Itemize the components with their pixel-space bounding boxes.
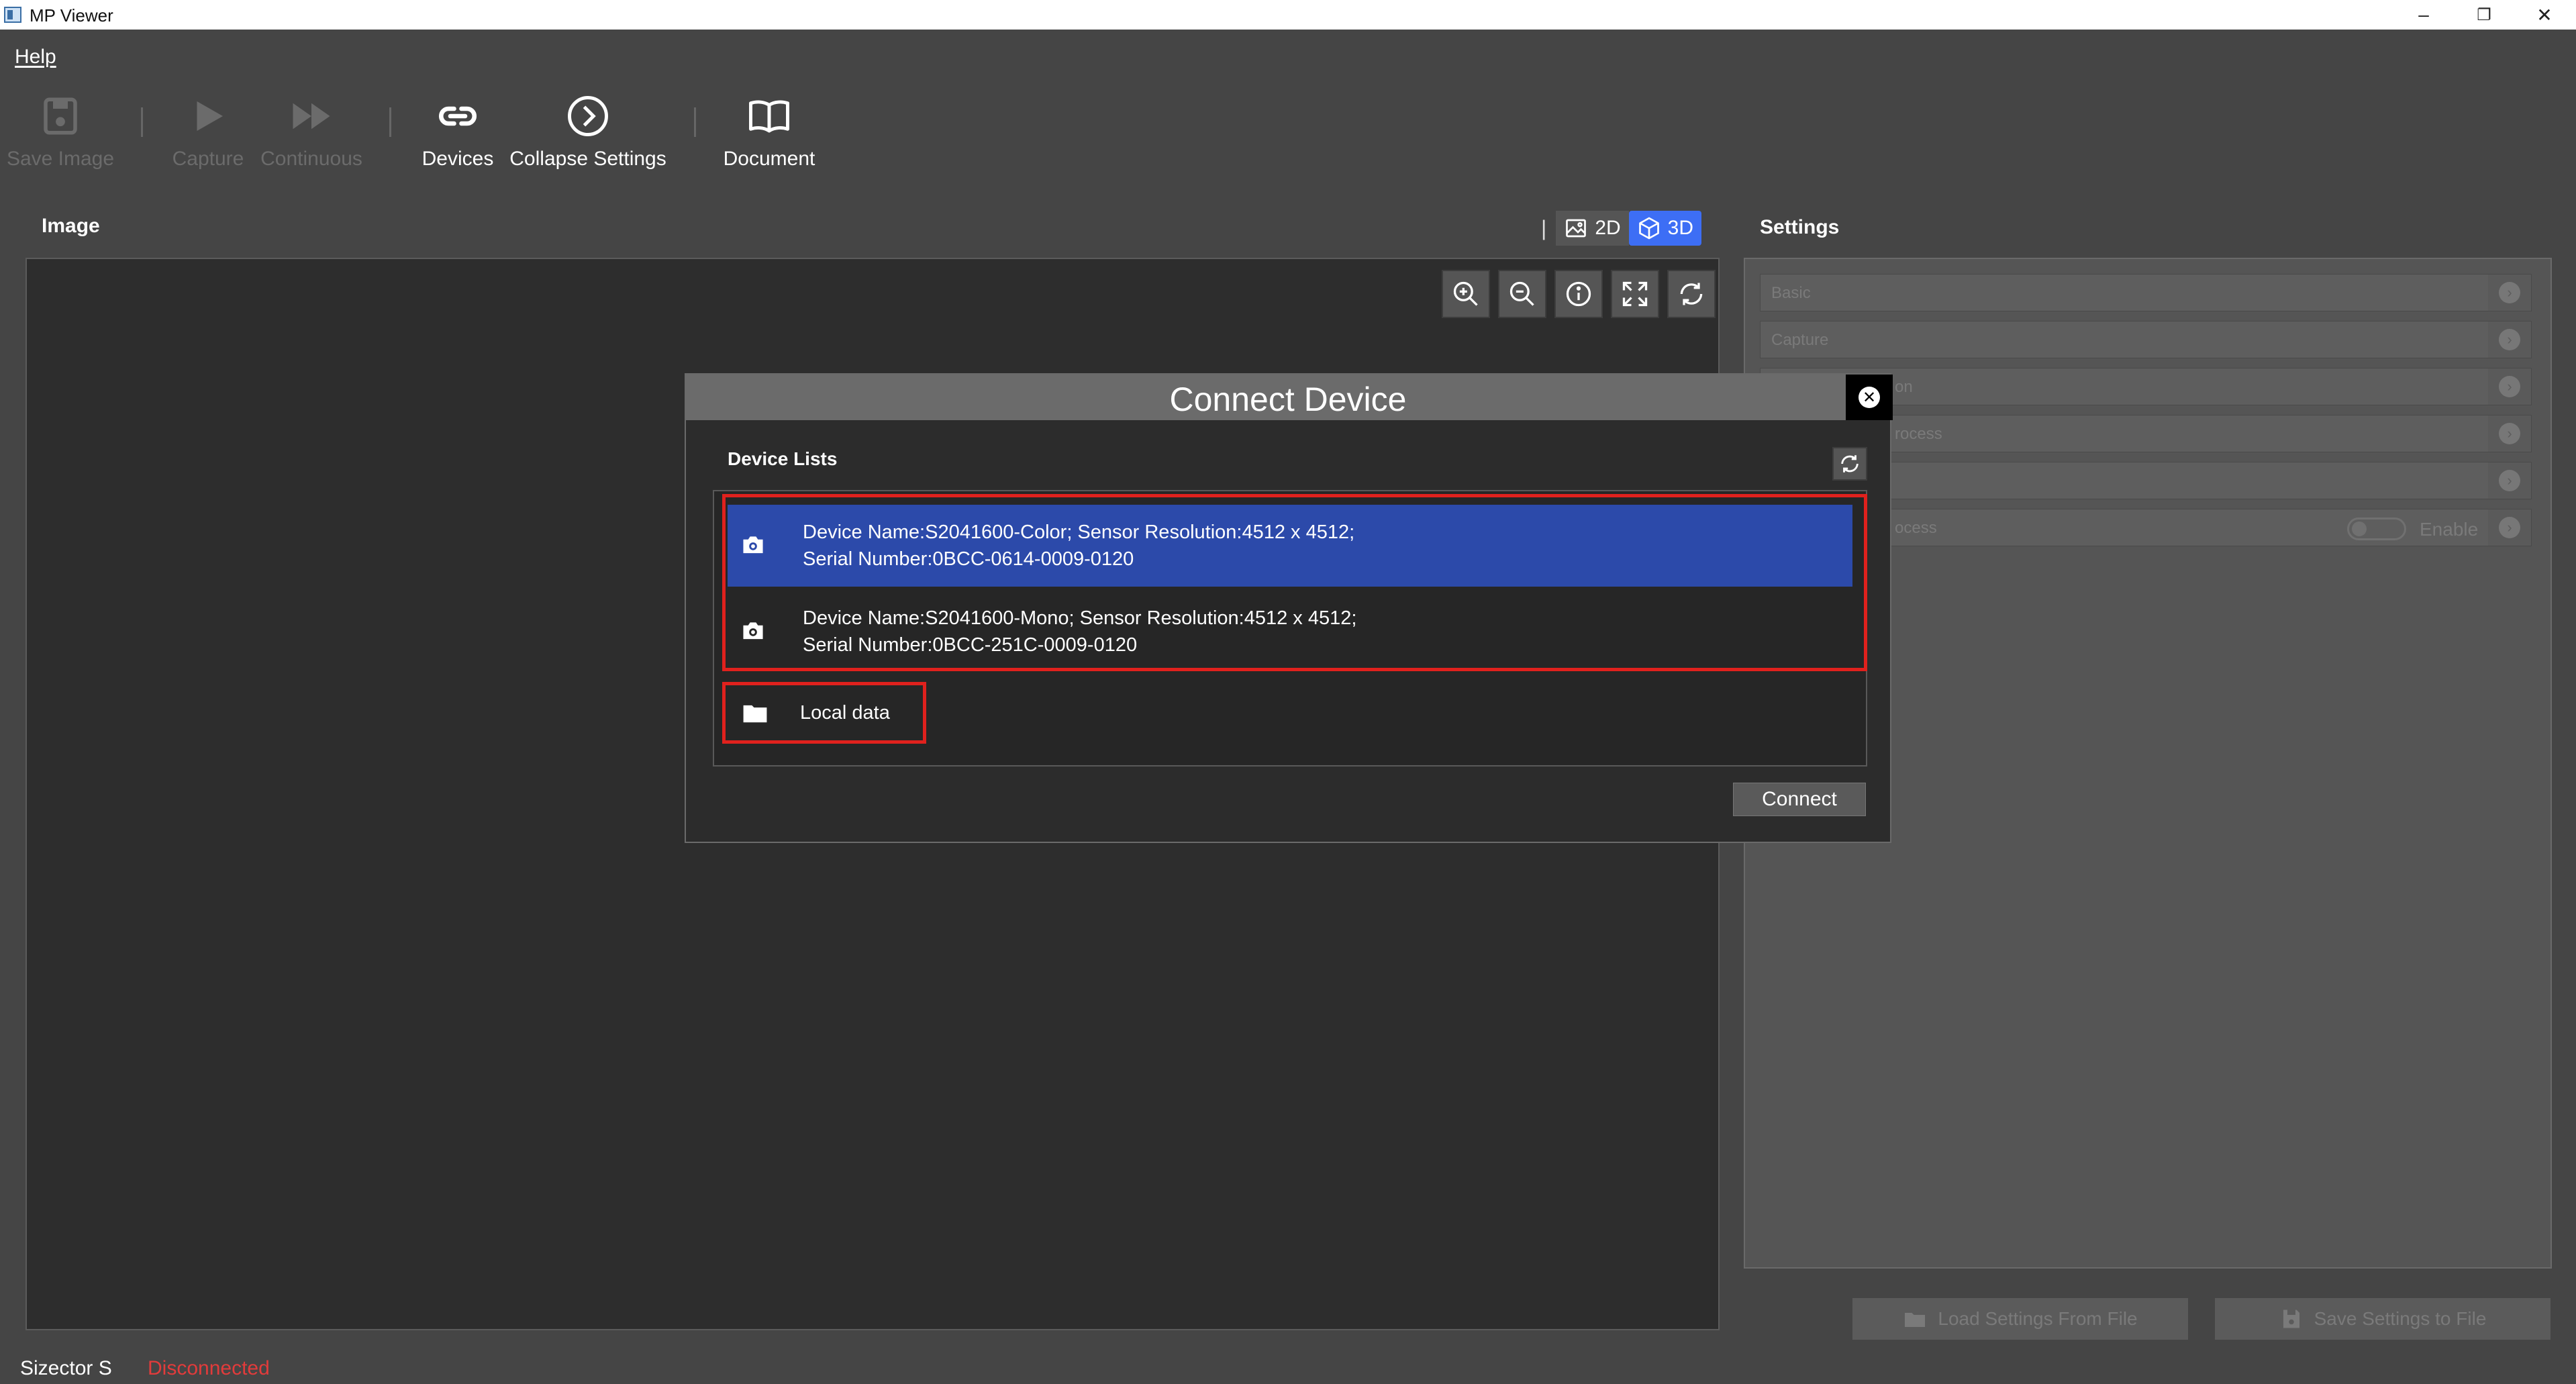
document-button[interactable]: Document	[715, 94, 823, 181]
folder-icon	[1905, 1313, 1926, 1327]
devices-button[interactable]: Devices	[416, 94, 499, 181]
toolbar-separator	[141, 107, 143, 137]
link-icon	[439, 106, 477, 126]
connect-device-dialog: Connect Device ✕ Device Lists Device Nam…	[685, 373, 1893, 843]
fit-screen-button[interactable]	[1611, 270, 1659, 318]
close-window-button[interactable]: ✕	[2514, 0, 2575, 30]
refresh-devices-button[interactable]	[1832, 447, 1867, 481]
continuous-label: Continuous	[260, 148, 362, 170]
view-toggle: | 2D 3D	[1541, 211, 1702, 246]
settings-panel-title: Settings	[1760, 216, 1840, 238]
view-3d-label: 3D	[1667, 217, 1694, 239]
cube-icon	[1638, 217, 1659, 240]
dialog-title: Connect Device	[1169, 381, 1407, 418]
save-image-button[interactable]: Save Image	[7, 94, 114, 181]
zoom-in-icon	[1453, 281, 1478, 306]
view-2d-label: 2D	[1595, 217, 1621, 239]
zoom-out-icon	[1509, 281, 1534, 306]
view-separator: |	[1541, 215, 1547, 240]
save-settings-label: Save Settings to File	[2314, 1308, 2487, 1329]
minimize-button[interactable]: –	[2393, 0, 2454, 30]
toolbar: Save Image Capture Continuous Devices Co…	[0, 78, 2576, 187]
expand-chevron-icon: ›	[2488, 322, 2531, 358]
dialog-close-button[interactable]: ✕	[1846, 375, 1893, 420]
save-image-label: Save Image	[6, 148, 115, 170]
zoom-in-button[interactable]	[1442, 270, 1490, 318]
load-settings-button[interactable]: Load Settings From File	[1852, 1298, 2188, 1340]
close-icon: ✕	[1859, 387, 1880, 408]
enable-toggle[interactable]	[2347, 517, 2406, 540]
book-icon	[749, 100, 789, 133]
enable-label: Enable	[2420, 519, 2479, 540]
canvas-toolbar	[1442, 270, 1716, 318]
expand-icon	[1622, 281, 1648, 307]
chevron-circle-icon	[568, 96, 608, 136]
fast-forward-icon	[293, 103, 330, 130]
window-title: MP Viewer	[30, 5, 113, 26]
save-settings-button[interactable]: Save Settings to File	[2215, 1298, 2550, 1340]
image-panel-title: Image	[42, 215, 100, 237]
capture-label: Capture	[172, 148, 244, 170]
status-bar: Sizector S Disconnected	[0, 1354, 2576, 1384]
device-list: Device Name:S2041600-Color; Sensor Resol…	[713, 490, 1867, 767]
app-icon	[4, 7, 21, 23]
refresh-icon	[1680, 283, 1703, 305]
info-button[interactable]	[1554, 270, 1603, 318]
capture-button[interactable]: Capture	[168, 94, 248, 181]
expand-chevron-icon: ›	[2488, 462, 2531, 499]
document-label: Document	[723, 148, 815, 170]
local-data-highlight-box	[722, 682, 926, 744]
save-icon	[44, 97, 77, 135]
expand-chevron-icon: ›	[2488, 509, 2531, 546]
settings-section-label: Basic	[1771, 284, 1811, 302]
view-2d-button[interactable]: 2D	[1556, 211, 1629, 246]
view-3d-button[interactable]: 3D	[1628, 211, 1702, 246]
connection-status: Disconnected	[148, 1357, 270, 1379]
load-settings-label: Load Settings From File	[1938, 1308, 2138, 1329]
device-lists-label: Device Lists	[728, 448, 838, 469]
menu-bar: Help	[0, 30, 2576, 78]
settings-section-capture[interactable]: Capture ›	[1760, 321, 2532, 358]
settings-section-label: Capture	[1771, 331, 1829, 349]
device-model: Sizector S	[20, 1357, 112, 1379]
settings-section-label: rocess	[1895, 425, 1942, 443]
save-icon	[2283, 1309, 2299, 1328]
settings-section-label: ocess	[1895, 519, 1937, 537]
zoom-out-button[interactable]	[1498, 270, 1546, 318]
settings-section-basic[interactable]: Basic ›	[1760, 274, 2532, 311]
expand-chevron-icon: ›	[2488, 415, 2531, 452]
title-bar: MP Viewer – ❐ ✕	[0, 0, 2576, 30]
connect-button[interactable]: Connect	[1733, 783, 1866, 816]
settings-section-label: on	[1895, 378, 1913, 396]
expand-chevron-icon: ›	[2488, 368, 2531, 405]
device-highlight-box	[722, 494, 1867, 671]
expand-chevron-icon: ›	[2488, 275, 2531, 311]
toolbar-separator	[694, 107, 696, 137]
refresh-icon	[1841, 455, 1859, 473]
dialog-header: Connect Device	[686, 375, 1890, 420]
continuous-button[interactable]: Continuous	[258, 94, 365, 181]
reset-view-button[interactable]	[1667, 270, 1716, 318]
restore-button[interactable]: ❐	[2454, 0, 2514, 30]
info-icon	[1566, 281, 1591, 307]
devices-label: Devices	[422, 148, 494, 170]
play-icon	[197, 101, 223, 131]
collapse-settings-label: Collapse Settings	[509, 148, 666, 170]
image-icon	[1566, 219, 1587, 238]
toolbar-separator	[389, 107, 391, 137]
collapse-settings-button[interactable]: Collapse Settings	[507, 94, 668, 181]
menu-help[interactable]: Help	[15, 46, 56, 68]
